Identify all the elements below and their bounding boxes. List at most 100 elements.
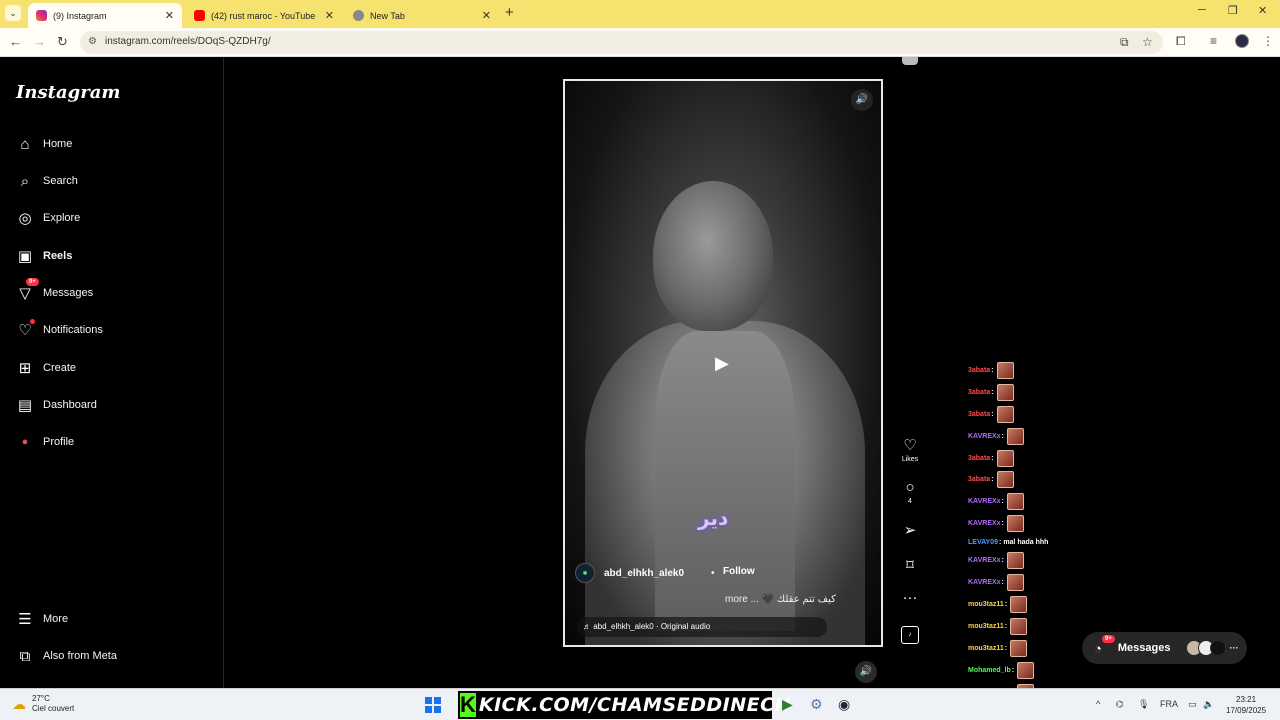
close-tab-icon[interactable]: ✕ bbox=[325, 9, 334, 22]
sidebar-item-also-from-meta[interactable]: ⧉ Also from Meta bbox=[16, 644, 117, 668]
likes-label: Likes bbox=[901, 456, 919, 463]
more-options-button[interactable]: ··· bbox=[897, 589, 923, 606]
messages-badge: 9+ bbox=[26, 278, 39, 286]
sidebar-item-dashboard[interactable]: ▤ Dashboard bbox=[16, 393, 97, 417]
weather-temp: 27°C bbox=[32, 694, 50, 703]
sidebar-item-search[interactable]: ⌕ Search bbox=[16, 169, 78, 193]
start-button[interactable] bbox=[425, 697, 441, 713]
chat-username: 3abata bbox=[968, 388, 991, 396]
play-icon[interactable]: ▶ bbox=[715, 353, 729, 374]
comment-icon: ○ bbox=[905, 479, 915, 496]
home-icon: ⌂ bbox=[20, 135, 30, 153]
clock-time: 23:21 bbox=[1236, 695, 1257, 704]
extensions-icon[interactable]: ⧠ bbox=[1176, 34, 1186, 49]
steam-icon[interactable]: ◉ bbox=[838, 696, 850, 713]
chat-username: 3abata bbox=[968, 366, 991, 374]
original-audio-link[interactable]: ♬ abd_elhkh_alek0 · Original audio bbox=[577, 617, 827, 637]
sidebar-item-explore[interactable]: ◎ Explore bbox=[16, 206, 80, 230]
chat-message: Mohamed_lb : bbox=[968, 661, 1035, 679]
sidebar-item-notifications[interactable]: ♡ Notifications bbox=[16, 318, 103, 342]
author-username[interactable]: abd_elhkh_alek0 bbox=[604, 568, 684, 579]
tab-title: (9) Instagram bbox=[53, 10, 107, 21]
maximize-button[interactable]: ❐ bbox=[1228, 4, 1238, 17]
weather-widget[interactable]: ☁ 27°C Ciel couvert bbox=[12, 694, 74, 714]
profile-avatar[interactable] bbox=[1235, 34, 1249, 48]
tab-new-tab[interactable]: New Tab ✕ bbox=[345, 3, 499, 28]
sidebar-item-home[interactable]: ⌂ Home bbox=[16, 132, 72, 156]
chat-message: 3abata : bbox=[968, 449, 1014, 467]
audio-thumbnail[interactable]: ♪ bbox=[901, 626, 919, 644]
sidebar-item-label: Explore bbox=[43, 212, 81, 224]
chart-icon: ▤ bbox=[17, 397, 33, 414]
reel-author[interactable]: ✱ abd_elhkh_alek0 bbox=[575, 563, 684, 583]
save-button[interactable]: ⌑ bbox=[897, 556, 923, 574]
tab-youtube[interactable]: (42) rust maroc - YouTube ✕ bbox=[186, 3, 342, 28]
sidebar-item-label: Reels bbox=[43, 250, 73, 262]
like-button[interactable]: ♡ Likes bbox=[897, 436, 923, 463]
previous-reel-thumb[interactable] bbox=[902, 57, 918, 65]
volume-icon[interactable]: 🔈 bbox=[1203, 699, 1214, 710]
reload-icon[interactable]: ↻ bbox=[57, 34, 68, 50]
chat-separator: : bbox=[998, 538, 1002, 546]
sidebar-item-create[interactable]: ⊞ Create bbox=[16, 356, 76, 380]
microphone-icon[interactable]: 🎙 bbox=[1138, 699, 1149, 710]
install-app-icon[interactable]: ⧉ bbox=[1120, 35, 1129, 50]
instagram-logo[interactable]: Instagram bbox=[16, 82, 120, 103]
system-clock[interactable]: 23:21 17/09/2025 bbox=[1226, 694, 1266, 716]
author-avatar[interactable]: ✱ bbox=[575, 563, 595, 583]
chat-emote bbox=[1006, 551, 1024, 569]
forward-icon[interactable]: → bbox=[33, 34, 46, 49]
close-tab-icon[interactable]: ✕ bbox=[482, 9, 491, 22]
sidebar-item-profile[interactable]: ● Profile bbox=[16, 430, 75, 454]
sidebar-item-messages[interactable]: ▽ 9+ Messages bbox=[16, 278, 93, 305]
terminal-icon[interactable]: ▶ bbox=[782, 696, 793, 713]
settings-gear-icon[interactable]: ⚙ bbox=[810, 696, 823, 713]
tab-instagram[interactable]: (9) Instagram ✕ bbox=[28, 3, 182, 28]
bookmark-star-icon[interactable]: ☆ bbox=[1142, 35, 1153, 49]
chat-username: KAVREXx bbox=[968, 556, 1001, 564]
close-tab-icon[interactable]: ✕ bbox=[165, 9, 174, 22]
chat-message: mou3taz11 : bbox=[968, 639, 1028, 657]
back-icon[interactable]: ← bbox=[9, 34, 22, 49]
bookmark-icon: ⌑ bbox=[906, 557, 914, 574]
plus-square-icon: ⊞ bbox=[18, 360, 32, 377]
site-info-icon[interactable]: ⚙ bbox=[88, 36, 97, 47]
close-window-button[interactable]: ✕ bbox=[1258, 4, 1267, 17]
language-indicator[interactable]: FRA bbox=[1160, 699, 1178, 709]
sidebar-item-reels[interactable]: ▣ Reels bbox=[16, 244, 72, 268]
url-text[interactable]: instagram.com/reels/DOqS-QZDH7g/ bbox=[105, 36, 271, 47]
volume-icon[interactable]: 🔊 bbox=[851, 89, 873, 111]
chat-separator: : bbox=[991, 454, 994, 462]
reel-caption[interactable]: كيف تتم عقلك 🖤 ... more bbox=[725, 594, 836, 605]
avatar-icon: ● bbox=[21, 436, 29, 448]
sidebar-item-label: Home bbox=[43, 138, 73, 150]
follow-button[interactable]: Follow bbox=[723, 566, 755, 577]
chat-separator: : bbox=[1011, 666, 1015, 674]
reel-video[interactable]: 🔊 ▶ دير ✱ abd_elhkh_alek0 • Follow كيف ت… bbox=[563, 79, 883, 647]
media-controls-icon[interactable]: ≡ bbox=[1210, 34, 1217, 48]
address-bar[interactable]: ⚙ instagram.com/reels/DOqS-QZDH7g/ ⧉ ☆ bbox=[80, 31, 1163, 54]
share-button[interactable]: ➢ bbox=[897, 521, 923, 539]
windows-logo-icon bbox=[434, 706, 441, 713]
heart-icon: ♡ bbox=[903, 437, 917, 454]
new-tab-button[interactable]: + bbox=[505, 4, 514, 21]
messages-pill[interactable]: ◔ 9+ Messages ··· bbox=[1082, 632, 1247, 664]
volume-icon[interactable]: 🔊 bbox=[855, 661, 877, 683]
comment-button[interactable]: ○ 4 bbox=[897, 479, 923, 505]
hamburger-icon: ☰ bbox=[18, 611, 32, 628]
kick-stream-banner: K KICK.COM/CHAMSEDDINECH bbox=[458, 691, 790, 719]
sidebar-item-label: Notifications bbox=[43, 324, 103, 336]
minimize-button[interactable]: ─ bbox=[1198, 4, 1206, 16]
chat-message: 3abata : bbox=[968, 470, 1014, 488]
cloud-sun-icon: ☁ bbox=[12, 695, 26, 712]
chat-separator: : bbox=[1004, 644, 1008, 652]
tab-search-button[interactable]: ⌄ bbox=[5, 5, 21, 21]
chat-text: mal hada hhh bbox=[1003, 538, 1049, 546]
menu-kebab-icon[interactable]: ⋮ bbox=[1262, 34, 1274, 48]
display-icon[interactable]: ▭ bbox=[1188, 699, 1197, 710]
sidebar-item-more[interactable]: ☰ More bbox=[16, 607, 68, 631]
chat-username: 3abata bbox=[968, 454, 991, 462]
chat-message: KAVREXx : bbox=[968, 551, 1024, 569]
network-icon[interactable]: ⌬ bbox=[1116, 699, 1124, 710]
tray-chevron-icon[interactable]: ^ bbox=[1096, 699, 1100, 709]
